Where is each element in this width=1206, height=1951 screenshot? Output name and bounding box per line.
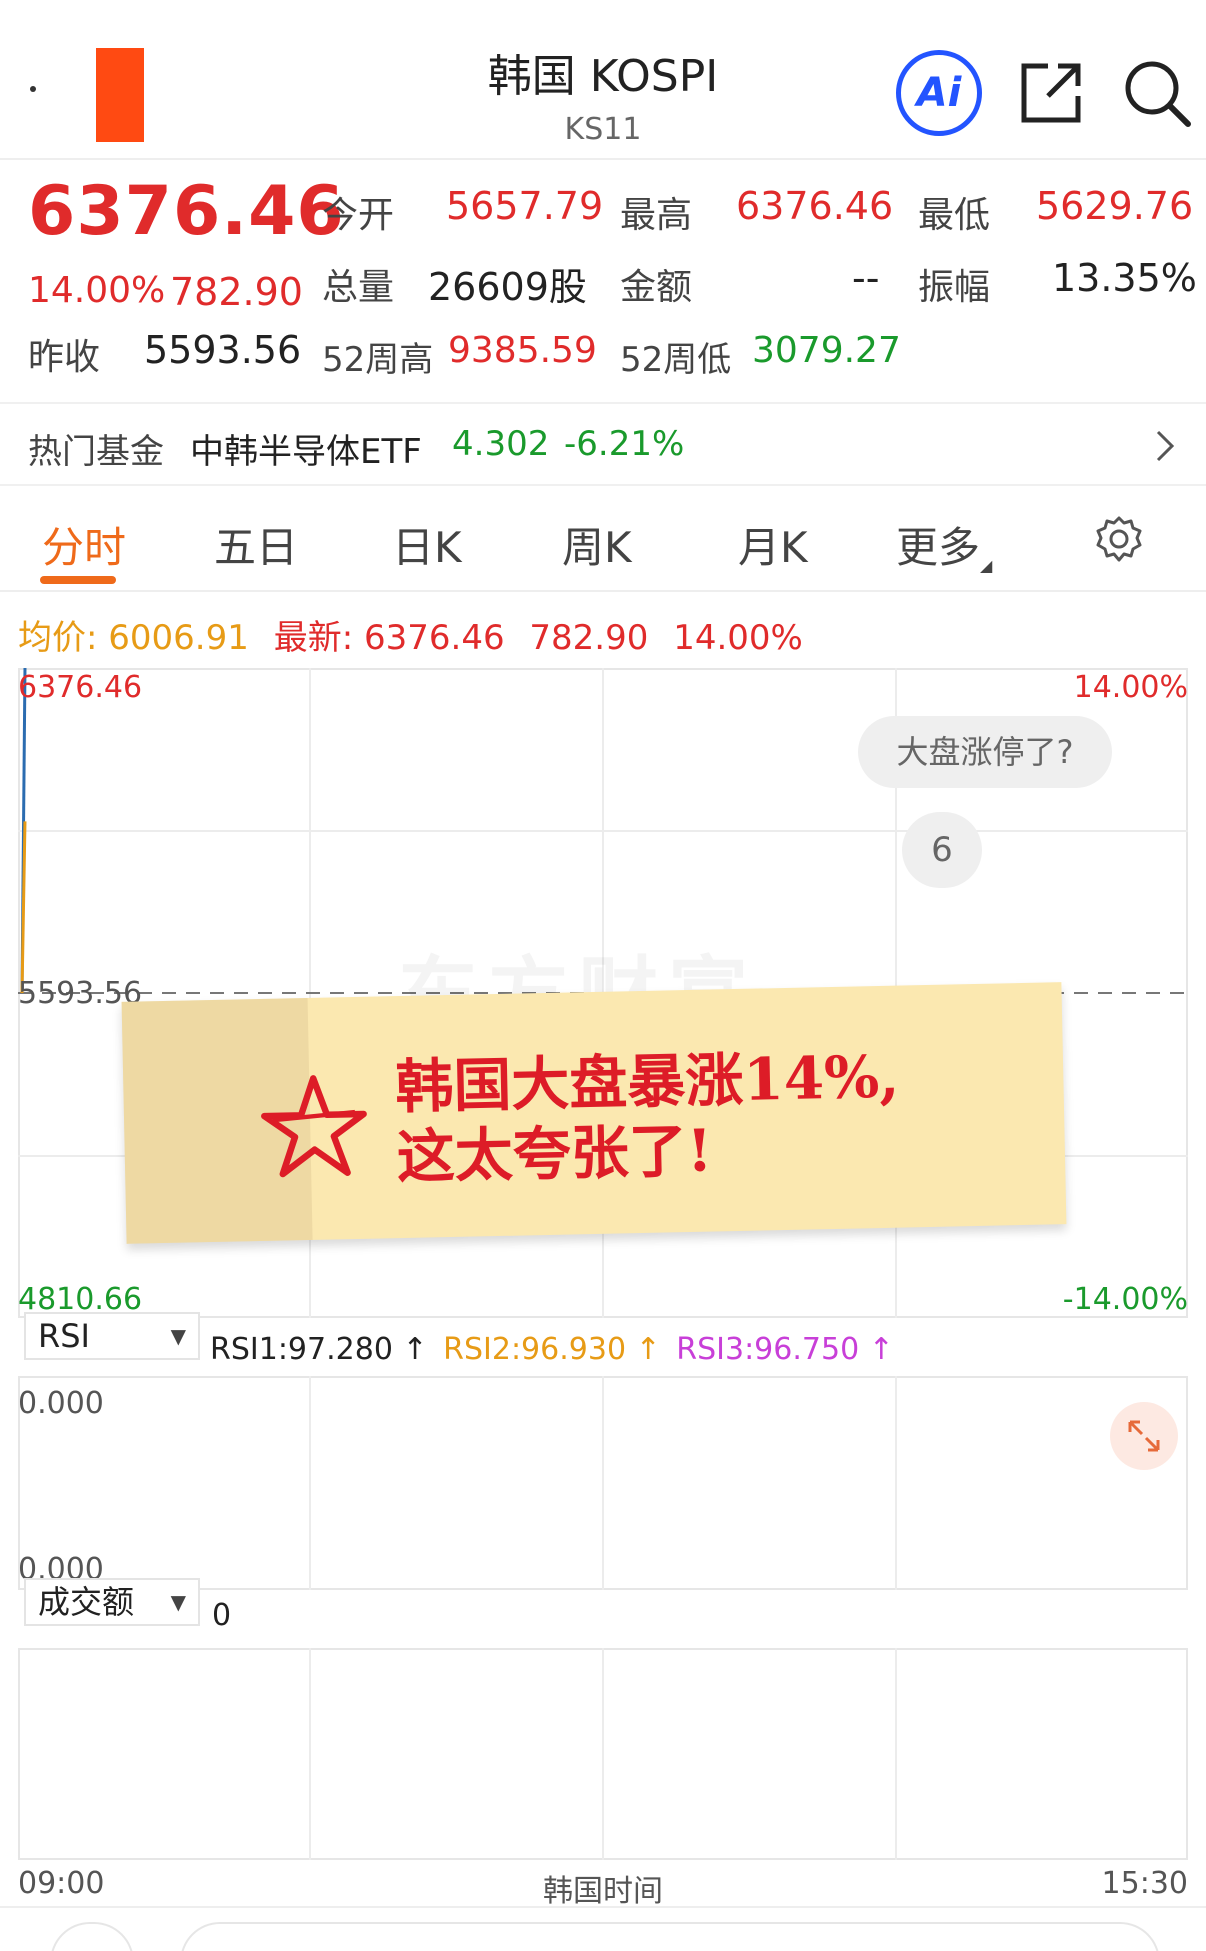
latest-change-amount: 782.90 — [529, 618, 649, 658]
week52-high-label: 52周高 — [322, 340, 434, 380]
active-tab-indicator — [40, 576, 116, 584]
hot-fund-change: -6.21% — [564, 424, 685, 464]
time-axis: 09:00 韩国时间 15:30 — [0, 1862, 1206, 1909]
indicator-selector-label: RSI — [38, 1317, 90, 1355]
low-value: 5629.76 — [1036, 184, 1194, 228]
indicator-selector-rsi[interactable]: RSI ▼ — [24, 1312, 200, 1360]
hot-fund-name: 中韩半导体ETF — [190, 432, 422, 472]
ai-assistant-button[interactable]: Ai — [896, 50, 982, 136]
settings-icon[interactable] — [1094, 514, 1144, 564]
latest-label: 最新: — [273, 618, 354, 658]
comment-count-badge[interactable]: 6 — [902, 812, 982, 888]
hot-fund-row[interactable]: 热门基金 中韩半导体ETF 4.302 -6.21% — [0, 402, 1206, 486]
sticker-line-1: 韩国大盘暴涨14%, — [394, 1042, 901, 1122]
tab-more[interactable]: 更多◢ — [896, 514, 992, 575]
hot-fund-label: 热门基金 — [28, 432, 164, 472]
amplitude-label: 振幅 — [918, 267, 991, 308]
tab-weekly-k[interactable]: 周K — [562, 514, 632, 575]
sticker-line-2: 这太夸张了! — [396, 1116, 713, 1192]
expand-icon[interactable] — [1110, 1402, 1178, 1470]
change-amount: 782.90 — [170, 270, 303, 314]
amount-label: 金额 — [620, 267, 693, 308]
rsi3-value: RSI3:96.750 ↑ — [676, 1332, 894, 1367]
period-tabs: 分时 五日 日K 周K 月K 更多◢ — [0, 504, 1206, 592]
prev-close-label: 昨收 — [28, 337, 101, 378]
tab-more-label: 更多 — [896, 523, 981, 572]
avg-price-value: 6006.91 — [108, 618, 249, 658]
tab-intraday[interactable]: 分时 — [42, 514, 126, 575]
change-percent: 14.00% — [28, 270, 166, 311]
rsi1-value: RSI1:97.280 ↑ — [210, 1332, 428, 1367]
hot-fund-price: 4.302 — [452, 424, 550, 464]
volume-value: 26609股 — [428, 265, 587, 309]
top-nav-bar: 韩国 KOSPI KS11 Ai — [0, 0, 1206, 160]
amplitude-value: 13.35% — [1052, 256, 1197, 300]
rsi2-value: RSI2:96.930 ↑ — [443, 1332, 661, 1367]
week52-low-value: 3079.27 — [752, 330, 901, 371]
ai-icon-label: Ai — [916, 70, 962, 116]
latest-value: 6376.46 — [363, 618, 505, 658]
star-icon — [261, 1075, 367, 1178]
caret-down-icon: ▼ — [170, 1590, 186, 1614]
volume-amount-value: 0 — [212, 1598, 232, 1633]
x-axis-timezone-label: 韩国时间 — [543, 1874, 663, 1909]
avg-price-label: 均价: — [18, 618, 98, 658]
x-axis-end-label: 15:30 — [1101, 1866, 1188, 1901]
y-axis-top-label: 6376.46 — [18, 670, 143, 705]
amount-value: -- — [852, 256, 880, 300]
rsi-chart[interactable] — [18, 1376, 1188, 1590]
indicator-selector-volume[interactable]: 成交额 ▼ — [24, 1578, 200, 1626]
dropdown-triangle-icon: ◢ — [980, 556, 993, 575]
low-label: 最低 — [918, 195, 991, 236]
pct-axis-bottom-label: -14.00% — [1062, 1282, 1188, 1317]
open-value: 5657.79 — [446, 184, 604, 228]
rsi-values: RSI1:97.280 ↑ RSI2:96.930 ↑ RSI3:96.750 … — [210, 1332, 894, 1367]
chevron-right-icon — [1156, 430, 1175, 462]
sticker-text: 韩国大盘暴涨14%, 这太夸张了! — [395, 1042, 902, 1193]
prev-close-value: 5593.56 — [144, 328, 302, 372]
comment-bubble[interactable]: 大盘涨停了? — [858, 716, 1112, 788]
tab-daily-k[interactable]: 日K — [392, 514, 462, 575]
latest-change-percent: 14.00% — [673, 618, 803, 658]
caret-down-icon: ▼ — [170, 1324, 186, 1348]
pct-axis-top-label: 14.00% — [1073, 670, 1188, 705]
comment-input[interactable] — [180, 1922, 1160, 1951]
share-icon[interactable] — [1018, 60, 1084, 126]
search-icon[interactable] — [1122, 58, 1192, 128]
tab-monthly-k[interactable]: 月K — [738, 514, 808, 575]
bottom-round-button[interactable] — [50, 1922, 134, 1951]
volume-label: 总量 — [322, 267, 395, 308]
sticker-note: 韩国大盘暴涨14%, 这太夸张了! — [121, 982, 1067, 1244]
open-label: 今开 — [322, 195, 395, 236]
tab-five-day[interactable]: 五日 — [214, 514, 298, 575]
week52-high-value: 9385.59 — [448, 330, 597, 371]
bottom-toolbar — [0, 1906, 1206, 1951]
current-price: 6376.46 — [28, 172, 345, 251]
high-label: 最高 — [620, 195, 693, 236]
rsi-y-top-label: 0.000 — [18, 1386, 104, 1421]
high-value: 6376.46 — [736, 184, 894, 228]
volume-chart[interactable] — [18, 1648, 1188, 1860]
week52-low-label: 52周低 — [620, 340, 732, 380]
indicator-selector-label: 成交额 — [38, 1583, 135, 1621]
price-info-line: 均价: 6006.91 最新: 6376.46 782.90 14.00% — [18, 610, 803, 659]
